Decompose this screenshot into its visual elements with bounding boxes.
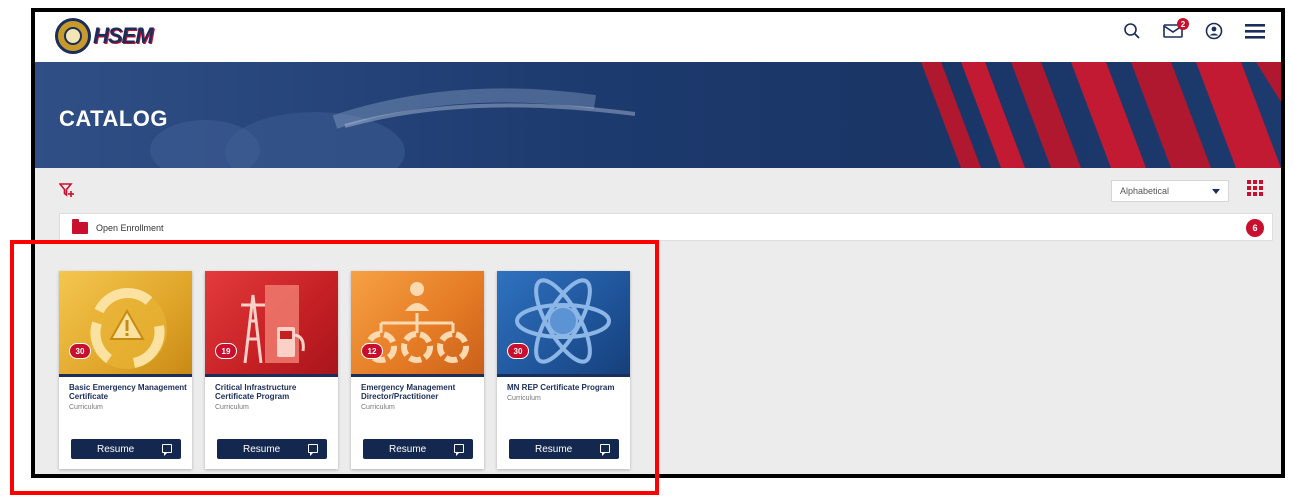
resume-button[interactable]: Resume <box>363 439 473 459</box>
header-actions: 2 <box>1123 18 1265 40</box>
power-tower-fuel-icon <box>241 285 305 364</box>
course-thumbnail: 30 <box>497 271 630 377</box>
course-count-badge: 19 <box>215 343 237 359</box>
folder-label: Open Enrollment <box>96 223 164 233</box>
hsem-logo[interactable]: HSEM <box>55 18 154 54</box>
resume-button[interactable]: Resume <box>217 439 327 459</box>
resume-button-label: Resume <box>535 443 573 455</box>
resume-button-label: Resume <box>389 443 427 455</box>
folder-row-open-enrollment[interactable]: Open Enrollment 6 <box>59 213 1273 241</box>
search-icon[interactable] <box>1123 22 1141 40</box>
top-navigation-bar: HSEM 2 <box>35 12 1281 62</box>
course-count-badge: 30 <box>507 343 529 359</box>
resume-button[interactable]: Resume <box>71 439 181 459</box>
launch-icon <box>454 444 464 456</box>
recycle-warning-icon <box>87 287 167 369</box>
course-card[interactable]: 19 Critical Infrastructure Certificate P… <box>205 271 338 469</box>
app-window: HSEM 2 CATALOG Alphabetical Open Enrollm… <box>31 8 1285 478</box>
state-seal-icon <box>55 18 91 54</box>
course-title: Critical Infrastructure Certificate Prog… <box>215 383 297 401</box>
sort-value: Alphabetical <box>1120 186 1170 196</box>
catalog-card-list: 30 Basic Emergency Management Certificat… <box>59 271 630 469</box>
catalog-hero-banner: CATALOG <box>35 62 1281 168</box>
resume-button-label: Resume <box>97 443 135 455</box>
folder-count-badge: 6 <box>1246 219 1264 237</box>
grid-view-icon[interactable] <box>1247 180 1263 196</box>
course-thumbnail: 19 <box>205 271 338 377</box>
filter-icon[interactable] <box>58 182 75 203</box>
course-type: Curriculum <box>507 395 541 402</box>
course-title: MN REP Certificate Program <box>507 383 615 392</box>
messages-badge: 2 <box>1177 18 1189 30</box>
course-card[interactable]: 30 Basic Emergency Management Certificat… <box>59 271 192 469</box>
catalog-toolbar: Alphabetical <box>35 168 1281 210</box>
course-count-badge: 12 <box>361 343 383 359</box>
red-stripes-decoration <box>921 62 1281 168</box>
hamburger-menu-icon[interactable] <box>1245 23 1265 39</box>
course-thumbnail: 30 <box>59 271 192 377</box>
launch-icon <box>162 444 172 456</box>
course-card[interactable]: 12 Emergency Management Director/Practit… <box>351 271 484 469</box>
course-count-badge: 30 <box>69 343 91 359</box>
course-type: Curriculum <box>215 404 249 411</box>
logo-text: HSEM <box>93 23 154 48</box>
course-thumbnail: 12 <box>351 271 484 377</box>
launch-icon <box>600 444 610 456</box>
chevron-down-icon <box>1212 189 1220 194</box>
sort-dropdown[interactable]: Alphabetical <box>1111 180 1229 202</box>
atom-icon <box>515 278 611 364</box>
course-type: Curriculum <box>361 404 395 411</box>
course-title: Basic Emergency Management Certificate <box>69 383 187 401</box>
messages-icon[interactable]: 2 <box>1163 18 1189 38</box>
resume-button[interactable]: Resume <box>509 439 619 459</box>
folder-icon <box>72 219 88 234</box>
course-title: Emergency Management Director/Practition… <box>361 383 456 401</box>
page-title: CATALOG <box>59 106 168 131</box>
resume-button-label: Resume <box>243 443 281 455</box>
user-profile-icon[interactable] <box>1205 22 1223 40</box>
course-type: Curriculum <box>69 404 103 411</box>
launch-icon <box>308 444 318 456</box>
org-chart-icon <box>365 282 469 363</box>
course-card[interactable]: 30 MN REP Certificate Program Curriculum… <box>497 271 630 469</box>
